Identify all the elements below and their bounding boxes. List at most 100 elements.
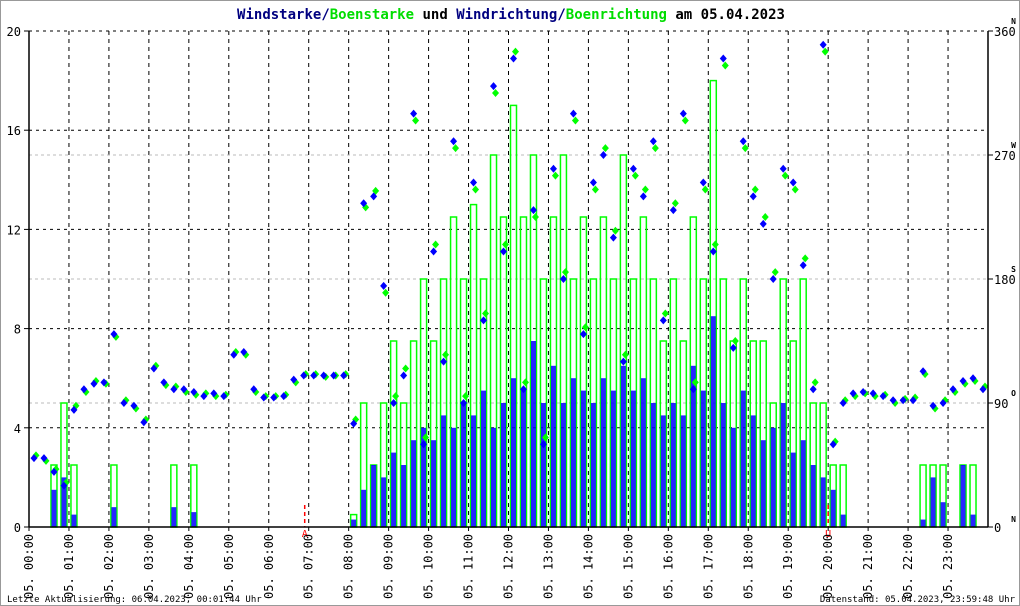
gust-direction-point: [811, 378, 819, 387]
x-tick-label: 05. 12:00: [502, 534, 516, 599]
wind-bar: [501, 403, 507, 527]
gust-direction-point: [412, 116, 420, 125]
wind-bar: [71, 514, 77, 527]
wind-bar: [730, 427, 736, 527]
gust-direction-point: [611, 226, 619, 235]
gust-direction-point: [492, 89, 500, 97]
x-tick-label: 05. 20:00: [821, 534, 835, 599]
wind-direction-point: [679, 109, 687, 118]
wind-direction-point: [749, 192, 757, 201]
gust-direction-point: [591, 185, 599, 194]
gust-direction-point: [452, 144, 460, 153]
x-tick-label: 05. 00:00: [22, 534, 36, 599]
wind-bar: [720, 403, 726, 527]
right-tick-label: 270: [994, 149, 1016, 163]
x-tick-label: 05. 10:00: [422, 534, 436, 599]
wind-bar: [431, 440, 437, 527]
gust-direction-point: [521, 378, 529, 387]
gust-direction-point: [721, 61, 729, 70]
wind-bar: [381, 477, 387, 527]
wind-bar: [920, 519, 926, 527]
x-tick-label: 05. 16:00: [661, 534, 675, 599]
gust-direction-point: [731, 337, 739, 345]
x-tick-label: 05. 06:00: [262, 534, 276, 599]
wind-bar: [580, 390, 586, 527]
wind-bar: [800, 440, 806, 527]
wind-bar: [391, 452, 397, 527]
wind-bar: [840, 514, 846, 527]
gust-direction-point: [462, 392, 470, 401]
compass-label: W: [1011, 141, 1016, 150]
wind-direction-point: [809, 385, 817, 394]
wind-direction-point: [589, 178, 597, 187]
wind-direction-point: [490, 82, 498, 91]
gust-direction-point: [661, 309, 669, 318]
left-tick-label: 8: [14, 323, 21, 337]
wind-direction-point: [629, 164, 637, 173]
wind-bar: [770, 427, 776, 527]
wind-bar: [51, 489, 57, 527]
wind-bar: [171, 507, 177, 527]
wind-direction-point: [789, 178, 797, 187]
compass-label: S: [1011, 265, 1016, 274]
gust-direction-point: [432, 240, 440, 249]
gust-direction-point: [821, 47, 829, 56]
wind-direction-point: [699, 178, 707, 187]
wind-direction-point: [739, 137, 747, 146]
wind-direction-point: [430, 247, 438, 256]
x-tick-label: 05. 21:00: [861, 534, 875, 599]
wind-bar: [750, 415, 756, 527]
gust-direction-point: [791, 185, 799, 194]
wind-bar: [620, 365, 626, 527]
x-tick-label: 05. 15:00: [621, 534, 635, 599]
wind-bar: [700, 390, 706, 527]
gust-direction-point: [402, 364, 410, 373]
x-tick-label: 05. 05:00: [222, 534, 236, 599]
wind-bar: [830, 489, 836, 527]
gust-direction-point: [561, 268, 569, 277]
gust-direction-point: [631, 171, 639, 180]
wind-direction-point: [470, 178, 478, 187]
wind-bar: [361, 489, 367, 527]
x-tick-label: 05. 19:00: [781, 534, 795, 599]
wind-direction-point: [569, 109, 577, 118]
x-tick-label: 05. 08:00: [342, 534, 356, 599]
gust-direction-point: [551, 171, 559, 180]
wind-bar: [970, 514, 976, 527]
x-tick-label: 05. 07:00: [302, 534, 316, 599]
x-tick-label: 05. 13:00: [541, 534, 555, 599]
wind-bar: [960, 465, 966, 527]
wind-bar: [481, 390, 487, 527]
wind-bar: [411, 440, 417, 527]
x-tick-label: 05. 23:00: [941, 534, 955, 599]
wind-direction-point: [659, 316, 667, 325]
x-tick-label: 05. 22:00: [901, 534, 915, 599]
wind-bar: [371, 465, 377, 527]
wind-bar: [191, 512, 197, 527]
gust-direction-point: [771, 268, 779, 277]
x-tick-label: 05. 03:00: [142, 534, 156, 599]
wind-bar: [780, 403, 786, 527]
wind-bar: [540, 403, 546, 527]
title-wind: Windstarke/: [237, 7, 330, 23]
wind-bar: [441, 415, 447, 527]
wind-direction-point: [639, 192, 647, 201]
gust-direction-point: [581, 323, 589, 332]
chart-title: Windstarke/Boenstarke und Windrichtung/B…: [237, 7, 785, 23]
gust-direction-point: [741, 144, 749, 153]
wind-direction-point: [759, 219, 767, 228]
gust-direction-point: [442, 350, 450, 359]
wind-bar: [550, 365, 556, 527]
gust-direction-point: [382, 288, 390, 297]
wind-direction-point: [450, 137, 458, 146]
wind-bar: [590, 403, 596, 527]
title-gust: Boenstarke: [330, 7, 414, 23]
wind-bar: [670, 403, 676, 527]
wind-direction-point: [779, 164, 787, 173]
wind-direction-point: [400, 371, 408, 380]
chart-canvas: Windstarke/Boenstarke und Windrichtung/B…: [7, 7, 1017, 605]
data-marks: AU: [30, 40, 989, 540]
wind-direction-point: [380, 281, 388, 290]
wind-bar: [111, 507, 117, 527]
right-tick-label: 90: [994, 397, 1008, 411]
